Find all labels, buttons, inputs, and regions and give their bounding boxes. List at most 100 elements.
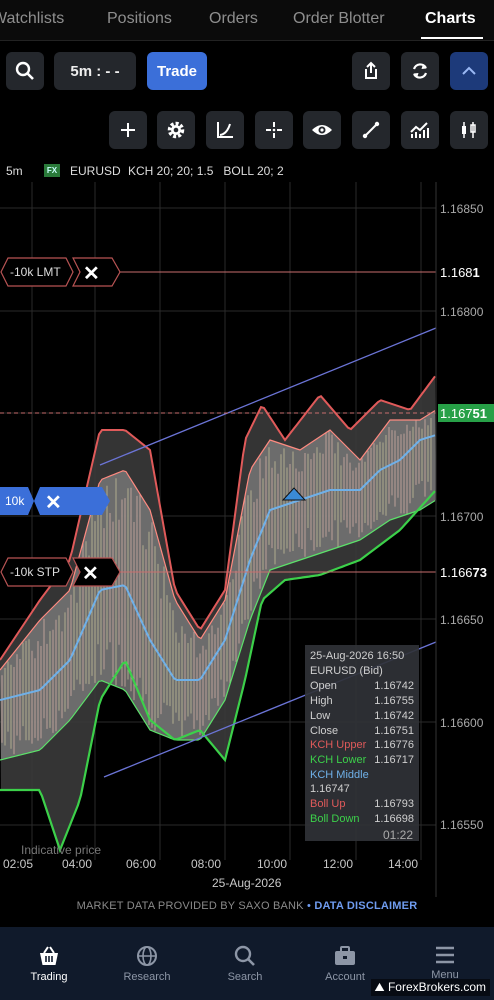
position-tag[interactable]: 10k ✕ xyxy=(0,486,110,516)
price-chart[interactable] xyxy=(0,182,494,897)
tooltip-row-value: 1.16717 xyxy=(374,753,414,766)
nav-research[interactable]: Research xyxy=(98,927,196,1000)
tooltip-row-label: KCH Middle xyxy=(310,768,369,781)
tab-positions[interactable]: Positions xyxy=(107,10,172,28)
time-tick: 12:00 xyxy=(323,857,354,871)
curve-chart-icon xyxy=(217,122,233,138)
price-tick: 1.16850 xyxy=(440,202,484,216)
nav-label: Account xyxy=(325,971,365,983)
search-button[interactable] xyxy=(6,52,44,90)
indicators-button[interactable] xyxy=(401,111,439,149)
forexbrokers-watermark: ⛰ ForexBrokers.com xyxy=(370,979,490,996)
time-tick: 06:00 xyxy=(126,857,157,871)
price-tick: 1.16700 xyxy=(440,510,484,524)
brand-text: ForexBrokers.com xyxy=(387,980,486,994)
tooltip-row-label: Open xyxy=(310,680,337,693)
tooltip-row-value: 1.16751 xyxy=(374,724,414,737)
tooltip-row-value: 1.16742 xyxy=(374,709,414,722)
nav-label: Research xyxy=(123,971,171,983)
date-label: 25-Aug-2026 xyxy=(212,876,282,890)
tooltip-row-value: 1.16747 xyxy=(310,783,350,796)
chart-type-button[interactable] xyxy=(206,111,244,149)
chart-info-bar: 5m FX EURUSD KCH 20; 20; 1.5 BOLL 20; 2 xyxy=(0,160,436,182)
tooltip-row: Boll Up 1.16793 xyxy=(310,797,414,812)
timeframe-selector[interactable]: 5m : - - xyxy=(54,52,136,90)
top-tab-bar: Watchlists Positions Orders Order Blotte… xyxy=(0,0,494,41)
data-disclaimer-link[interactable]: DATA DISCLAIMER xyxy=(314,900,417,912)
add-indicator-button[interactable] xyxy=(109,111,147,149)
chart-settings-button[interactable] xyxy=(157,111,195,149)
refresh-button[interactable] xyxy=(401,52,439,90)
tooltip-row: Low 1.16742 xyxy=(310,709,414,724)
tooltip-instrument: EURUSD (Bid) xyxy=(310,664,383,677)
indicator-label: KCH 20; 20; 1.5 BOLL 20; 2 xyxy=(128,164,284,178)
time-tick: 10:00 xyxy=(257,857,288,871)
tooltip-row-label: High xyxy=(310,695,333,708)
crosshair-icon xyxy=(266,122,282,138)
time-tick: 02:05 xyxy=(3,857,34,871)
tooltip-datetime: 25-Aug-2026 16:50 xyxy=(310,650,405,662)
ohlc-tooltip: 25-Aug-2026 16:50 EURUSD (Bid) Open 1.167… xyxy=(305,645,419,841)
crosshair-button[interactable] xyxy=(255,111,293,149)
basket-icon xyxy=(40,946,58,965)
share-icon xyxy=(365,61,377,79)
chevron-up-icon xyxy=(462,66,476,75)
refresh-icon xyxy=(412,63,428,79)
tooltip-row: KCH Lower 1.16717 xyxy=(310,753,414,768)
tooltip-row: 1.16747 xyxy=(310,782,414,797)
time-tick: 14:00 xyxy=(388,857,419,871)
collapse-toolbar-button[interactable] xyxy=(450,52,488,90)
share-button[interactable] xyxy=(352,52,390,90)
price-tick: 1.16550 xyxy=(440,818,484,832)
limit-order-label: -10k LMT xyxy=(10,265,61,279)
search-icon xyxy=(234,945,255,966)
disclaimer-separator: • xyxy=(307,900,312,912)
tooltip-row-value: 1.16793 xyxy=(374,798,414,811)
tab-charts[interactable]: Charts xyxy=(425,10,476,28)
eye-icon xyxy=(312,125,332,135)
tooltip-row-label: Close xyxy=(310,724,339,737)
nav-search[interactable]: Search xyxy=(196,927,294,1000)
close-icon[interactable]: ✕ xyxy=(83,261,100,286)
tooltip-row-value: 1.16698 xyxy=(374,812,414,825)
stop-price-tag: 1.166 73 xyxy=(438,563,494,581)
close-icon[interactable]: ✕ xyxy=(82,561,99,586)
fx-badge: FX xyxy=(44,164,60,177)
line-chart-icon xyxy=(410,122,429,138)
stop-order-tag[interactable]: -10k STP ✕ xyxy=(0,557,121,587)
tab-orders[interactable]: Orders xyxy=(209,10,258,28)
price-tick: 1.16650 xyxy=(440,613,484,627)
limit-price-tag: 1.168 1 xyxy=(438,263,494,281)
interval-label: 5m xyxy=(6,164,23,178)
briefcase-icon xyxy=(335,946,355,965)
nav-trading[interactable]: Trading xyxy=(0,927,98,1000)
current-price-tag: 1.167 51 xyxy=(438,404,494,422)
draw-trendline-button[interactable] xyxy=(352,111,390,149)
nav-label: Search xyxy=(227,971,263,983)
tooltip-row-label: Boll Up xyxy=(310,798,346,811)
trendline-icon xyxy=(362,121,380,139)
forexbrokers-logo-icon: ⛰ xyxy=(374,980,388,994)
tooltip-row: Close 1.16751 xyxy=(310,724,414,739)
tooltip-row: Boll Down 1.16698 xyxy=(310,812,414,827)
candlestick-button[interactable] xyxy=(450,111,488,149)
tooltip-row-label: Boll Down xyxy=(310,812,360,825)
limit-order-tag[interactable]: -10k LMT ✕ xyxy=(0,257,121,287)
visibility-button[interactable] xyxy=(303,111,341,149)
gear-icon xyxy=(167,121,185,139)
trade-button[interactable]: Trade xyxy=(147,52,207,90)
tooltip-row-label: KCH Upper xyxy=(310,739,367,752)
tooltip-row-label: Low xyxy=(310,709,331,722)
symbol-label: EURUSD xyxy=(70,164,121,178)
disclaimer-text: MARKET DATA PROVIDED BY SAXO BANK xyxy=(76,900,304,912)
position-label: 10k xyxy=(5,494,25,508)
candle-countdown: 01:22 xyxy=(383,828,414,842)
tooltip-row: KCH Middle xyxy=(310,768,414,783)
tab-watchlists[interactable]: Watchlists xyxy=(0,10,64,28)
tab-order-blotter[interactable]: Order Blotter xyxy=(293,10,385,28)
nav-label: Trading xyxy=(30,971,68,983)
close-icon[interactable]: ✕ xyxy=(45,490,62,515)
tooltip-row-value: 1.16776 xyxy=(374,739,414,752)
globe-icon xyxy=(137,946,157,966)
tooltip-row-value: 1.16755 xyxy=(374,695,414,708)
